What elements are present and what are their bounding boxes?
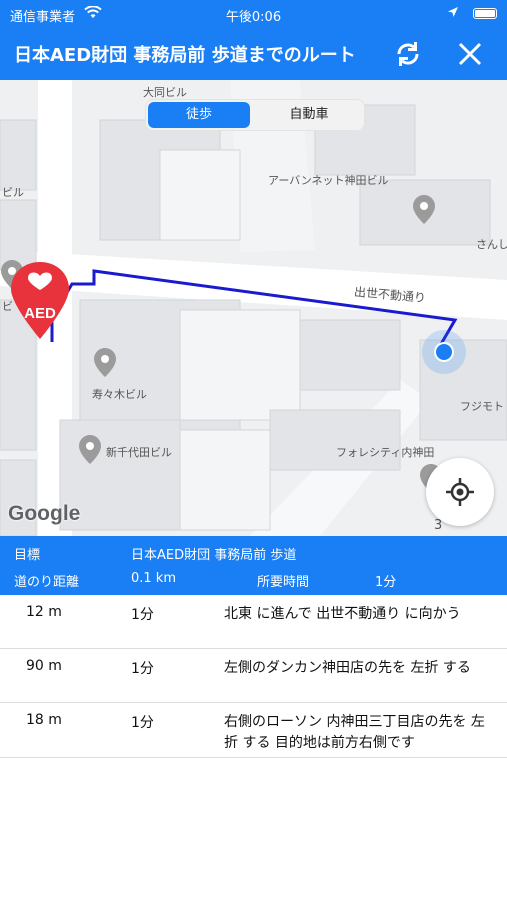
map-label: さんし [476, 238, 507, 251]
distance-label: 道のり距離 [14, 575, 80, 590]
refresh-icon [397, 42, 419, 66]
time-value: 1分 [375, 575, 397, 590]
step-time: 1分 [131, 715, 154, 731]
step-instruction: 北東 に進んで 出世不動通り に向かう [224, 606, 461, 622]
battery-icon [473, 8, 497, 19]
target-label: 目標 [14, 548, 41, 563]
google-logo: Google [8, 502, 81, 525]
close-button[interactable] [452, 36, 488, 72]
page-title: 日本AED財団 事務局前 歩道までのルート [14, 45, 356, 66]
mode-car-button[interactable]: 自動車 [258, 102, 360, 128]
target-value: 日本AED財団 事務局前 歩道 [131, 548, 297, 563]
map-label: フジモト [460, 400, 504, 413]
travel-mode-selector: 徒歩 自動車 [146, 100, 364, 130]
map-label: 新千代田ビル [106, 446, 172, 459]
step-distance: 18 m [26, 712, 62, 728]
map-label: 大同ビル [143, 86, 187, 99]
direction-step[interactable]: 18 m 1分 右側のローソン 内神田三丁目店の先を 左折 する 目的地は前方右… [0, 703, 507, 758]
map-label: アーバンネット神田ビル [268, 174, 389, 187]
step-distance: 12 m [26, 604, 62, 620]
step-instruction: 右側のローソン 内神田三丁目店の先を 左折 する 目的地は前方右側です [224, 714, 485, 751]
mode-walk-button[interactable]: 徒歩 [148, 102, 250, 128]
close-icon [458, 42, 482, 66]
step-instruction: 左側のダンカン神田店の先を 左折 する [224, 660, 471, 676]
location-arrow-icon [447, 6, 459, 22]
refresh-button[interactable] [390, 36, 426, 72]
route-summary: 目標 日本AED財団 事務局前 歩道 道のり距離 0.1 km 所要時間 1分 [0, 536, 507, 595]
nav-bar: 日本AED財団 事務局前 歩道までのルート [0, 28, 507, 80]
status-bar: 通信事業者 午後0:06 [0, 0, 507, 28]
time-label: 所要時間 [257, 575, 310, 590]
map-label: ビ [2, 300, 13, 313]
route-map[interactable]: AED 大同ビル アーバンネット神田ビル さんし ビル 出世不動通り ビ 寿々木… [0, 80, 507, 536]
step-time: 1分 [131, 661, 154, 677]
crosshair-icon [446, 478, 474, 506]
status-time: 午後0:06 [225, 10, 282, 25]
step-time: 1分 [131, 607, 154, 623]
step-distance: 90 m [26, 658, 62, 674]
direction-step[interactable]: 12 m 1分 北東 に進んで 出世不動通り に向かう [0, 595, 507, 649]
aed-label: AED [24, 305, 56, 322]
map-label: 寿々木ビル [92, 388, 147, 401]
directions-list: 12 m 1分 北東 に進んで 出世不動通り に向かう 90 m 1分 左側のダ… [0, 595, 507, 758]
map-label: フォレシティ内神田 [336, 446, 435, 459]
locate-button[interactable] [426, 458, 494, 526]
map-label: ビル [2, 186, 24, 199]
distance-value: 0.1 km [131, 571, 176, 586]
direction-step[interactable]: 90 m 1分 左側のダンカン神田店の先を 左折 する [0, 649, 507, 703]
